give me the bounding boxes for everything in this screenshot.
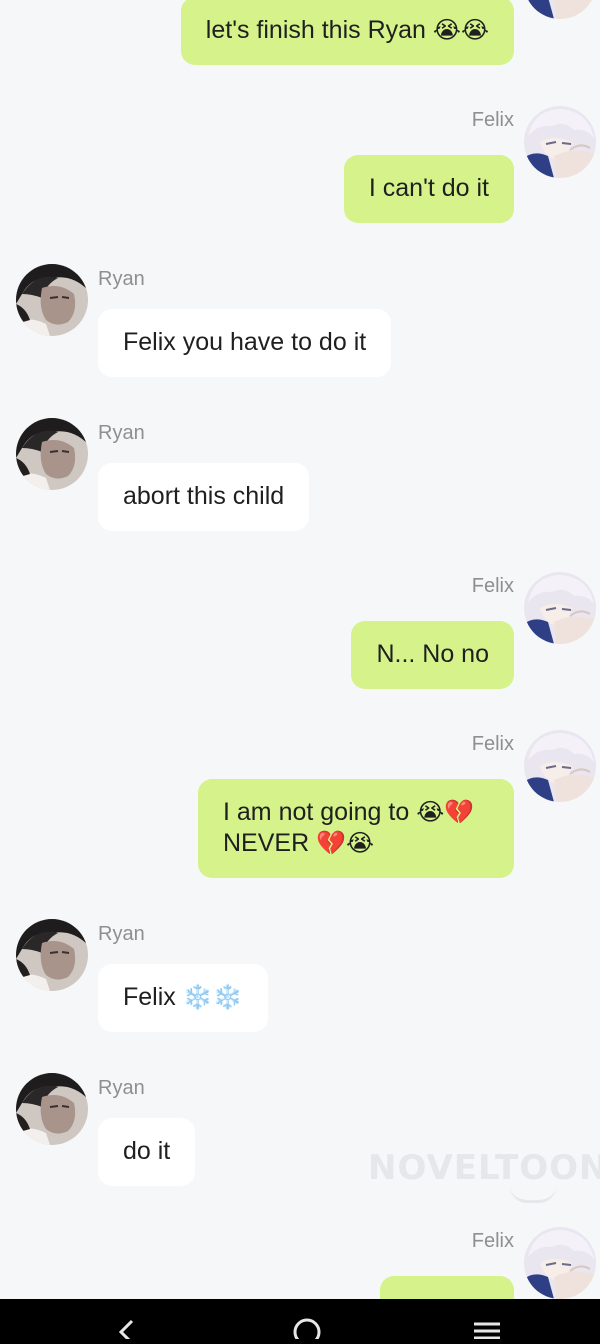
message-text: do it bbox=[123, 1137, 171, 1165]
message-bubble: N... No no bbox=[351, 621, 514, 689]
sender-name: Ryan bbox=[98, 422, 145, 444]
message-bubble: Felix you have to do it bbox=[98, 309, 392, 377]
sender-name: Ryan bbox=[98, 923, 145, 945]
ryan-avatar[interactable] bbox=[16, 264, 88, 336]
message-text: let's finish this Ryan bbox=[205, 16, 426, 44]
message-text-line2: NEVER bbox=[223, 829, 310, 857]
circle-home-icon bbox=[293, 1318, 321, 1339]
ryan-avatar[interactable] bbox=[16, 418, 88, 490]
felix-avatar[interactable] bbox=[524, 1227, 596, 1299]
message-text: abort this child bbox=[123, 482, 285, 510]
felix-avatar[interactable] bbox=[524, 106, 596, 178]
chevron-left-icon bbox=[118, 1319, 134, 1339]
menu-lines-icon bbox=[474, 1322, 500, 1339]
message-text: Felix bbox=[123, 983, 176, 1011]
watermark-smile-icon bbox=[510, 1186, 556, 1203]
navigation-bar bbox=[0, 1299, 600, 1344]
message-bubble: abort this child bbox=[98, 463, 310, 531]
message-bubble: I am not going to 😭💔 NEVER 💔😭 bbox=[198, 779, 514, 878]
crying-emoji-icon: 😭😭 bbox=[432, 16, 489, 44]
felix-avatar[interactable] bbox=[524, 730, 596, 802]
chat-area: let's finish this Ryan 😭😭 Felix I can't … bbox=[0, 0, 600, 1299]
message-bubble: I can't do it bbox=[343, 155, 514, 223]
ryan-avatar[interactable] bbox=[16, 919, 88, 991]
back-button[interactable] bbox=[96, 1305, 156, 1344]
sender-name: Felix bbox=[471, 109, 514, 131]
watermark-logo: NOVELTOON bbox=[368, 1148, 600, 1188]
sender-name: Felix bbox=[471, 733, 514, 755]
message-text: N... No no bbox=[376, 640, 489, 668]
sender-name: Felix bbox=[471, 575, 514, 597]
sender-name: Ryan bbox=[98, 268, 145, 290]
message-text: I can't do it bbox=[368, 174, 489, 202]
message-bubble: let's finish this Ryan 😭😭 bbox=[180, 0, 514, 65]
menu-button[interactable] bbox=[457, 1305, 517, 1344]
home-button[interactable] bbox=[277, 1305, 337, 1344]
message-text: Felix you have to do it bbox=[123, 328, 367, 356]
sender-name: Felix bbox=[471, 1230, 514, 1252]
felix-avatar[interactable] bbox=[524, 0, 596, 19]
snowflake-emoji-icon: ❄️❄️ bbox=[182, 983, 243, 1011]
sender-name: Ryan bbox=[98, 1077, 145, 1099]
crying-heartbreak-emoji-icon: 😭💔 bbox=[416, 798, 475, 826]
message-bubble bbox=[380, 1276, 514, 1299]
felix-avatar[interactable] bbox=[524, 572, 596, 644]
message-bubble: do it bbox=[98, 1118, 196, 1186]
ryan-avatar[interactable] bbox=[16, 1073, 88, 1145]
message-bubble: Felix ❄️❄️ bbox=[98, 964, 268, 1032]
message-text: I am not going to bbox=[223, 798, 410, 826]
heartbreak-crying-emoji-icon: 💔😭 bbox=[316, 829, 375, 857]
